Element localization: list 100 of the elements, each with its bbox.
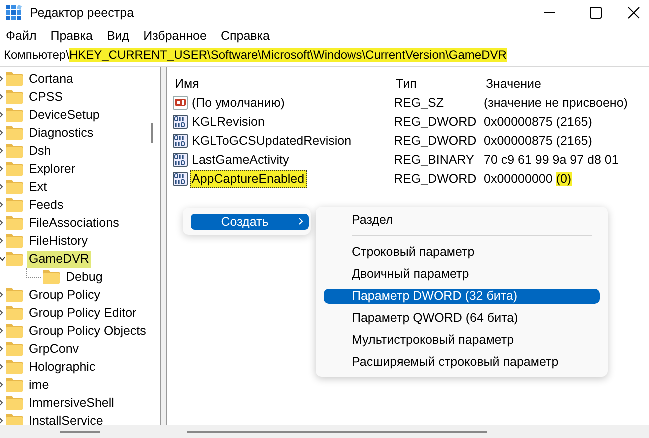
menu-item[interactable]: Справка — [220, 28, 270, 42]
binary-value-icon — [173, 172, 188, 186]
tree-item[interactable]: Cortana — [27, 70, 76, 88]
folder-icon — [6, 72, 23, 86]
chevron-right-icon[interactable] — [0, 292, 3, 298]
tree-item[interactable]: Holographic — [27, 358, 98, 376]
value-name[interactable]: AppCaptureEnabled — [190, 170, 307, 188]
folder-icon — [6, 198, 23, 212]
chevron-right-icon[interactable] — [0, 346, 3, 352]
chevron-right-icon[interactable] — [0, 310, 3, 316]
chevron-right-icon[interactable] — [0, 382, 3, 388]
menu-item[interactable]: Расширяемый строковый параметр — [324, 354, 600, 370]
chevron-right-icon[interactable] — [0, 328, 3, 334]
column-header[interactable]: Тип — [394, 75, 484, 93]
chevron-right-icon[interactable] — [0, 166, 3, 172]
tree-item[interactable]: Debug — [64, 268, 105, 286]
folder-icon — [6, 108, 23, 122]
column-header[interactable]: Имя — [173, 75, 394, 93]
value-data: 0x00000000 (0) — [484, 172, 573, 186]
binary-value-icon — [173, 114, 188, 128]
folder-icon — [6, 378, 23, 392]
folder-icon — [6, 90, 23, 104]
tree-item[interactable]: FileHistory — [27, 232, 90, 250]
window-title: Редактор реестра — [30, 6, 134, 20]
menu-item[interactable]: Мультистроковый параметр — [324, 332, 600, 348]
chevron-right-icon[interactable] — [0, 220, 3, 226]
tree-item[interactable]: InstallService — [27, 412, 106, 425]
tree-item[interactable]: Explorer — [27, 160, 78, 178]
chevron-right-icon — [299, 218, 303, 225]
folder-icon — [6, 234, 23, 248]
folder-icon — [6, 126, 23, 140]
chevron-right-icon[interactable] — [0, 148, 3, 154]
chevron-right-icon[interactable] — [0, 202, 3, 208]
chevron-down-icon[interactable] — [0, 257, 5, 261]
folder-icon — [6, 216, 23, 230]
folder-icon — [6, 180, 23, 194]
tree-item[interactable]: GrpConv — [27, 340, 82, 358]
folder-icon — [6, 162, 23, 176]
value-type: REG_SZ — [394, 96, 446, 110]
folder-icon — [43, 270, 60, 284]
chevron-right-icon[interactable] — [0, 112, 3, 118]
tree-item[interactable]: Group Policy — [27, 286, 103, 304]
binary-value-icon — [173, 152, 188, 166]
value-type: REG_DWORD — [394, 172, 478, 186]
folder-icon — [6, 414, 23, 425]
tree-item[interactable]: Ext — [27, 178, 50, 196]
folder-icon — [6, 288, 23, 302]
column-header[interactable]: Значение — [484, 75, 649, 93]
folder-icon — [6, 324, 23, 338]
tree-item[interactable]: Group Policy Editor — [27, 304, 139, 322]
menu-item[interactable]: Двоичный параметр — [324, 266, 600, 282]
chevron-right-icon[interactable] — [0, 418, 3, 424]
value-name[interactable]: KGLToGCSUpdatedRevision — [190, 132, 354, 150]
chevron-right-icon[interactable] — [0, 76, 3, 82]
menu-item[interactable]: Файл — [6, 28, 37, 42]
text-value-icon — [173, 96, 188, 110]
chevron-right-icon[interactable] — [0, 238, 3, 244]
binary-value-icon — [173, 134, 188, 148]
value-type: REG_DWORD — [394, 114, 478, 128]
menu-item[interactable]: Создать — [191, 214, 309, 230]
value-name[interactable]: (По умолчанию) — [190, 94, 287, 112]
tree-item[interactable]: Group Policy Objects — [27, 322, 148, 340]
menu-item[interactable]: Строковый параметр — [324, 244, 600, 260]
folder-icon — [6, 144, 23, 158]
tree-item[interactable]: CPSS — [27, 88, 66, 106]
value-name[interactable]: KGLRevision — [190, 112, 267, 130]
folder-icon — [6, 396, 23, 410]
chevron-right-icon[interactable] — [0, 364, 3, 370]
address-field[interactable]: Компьютер\HKEY_CURRENT_USER\Software\Microsoft\Windows\CurrentVersion\GameDVR — [0, 45, 649, 66]
chevron-right-icon[interactable] — [0, 184, 3, 190]
menu-item[interactable]: Избранное — [144, 28, 207, 42]
registry-icon — [6, 5, 22, 21]
menu-item[interactable]: Параметр DWORD (32 бита) — [324, 288, 600, 304]
tree-item[interactable]: FileAssociations — [27, 214, 122, 232]
tree-item[interactable]: Dsh — [27, 142, 54, 160]
menu-item[interactable]: Параметр QWORD (64 бита) — [324, 310, 600, 326]
folder-icon — [6, 342, 23, 356]
value-data: 0x00000875 (2165) — [484, 134, 594, 148]
tree-item[interactable]: GameDVR — [27, 250, 92, 268]
scrollbar-thumb[interactable] — [151, 123, 153, 143]
value-name[interactable]: LastGameActivity — [190, 150, 292, 168]
value-data: (значение не присвоено) — [484, 96, 629, 110]
folder-icon — [6, 306, 23, 320]
maximize-icon[interactable] — [590, 7, 602, 19]
scrollbar-thumb[interactable] — [60, 430, 100, 432]
menu-item[interactable]: Вид — [106, 28, 130, 42]
chevron-right-icon[interactable] — [0, 400, 3, 406]
chevron-right-icon[interactable] — [0, 130, 3, 136]
tree-item[interactable]: DeviceSetup — [27, 106, 102, 124]
close-icon[interactable] — [628, 7, 640, 19]
value-data: 0x00000875 (2165) — [484, 114, 594, 128]
tree-item[interactable]: ime — [27, 376, 52, 394]
menu-item[interactable]: Правка — [50, 28, 93, 42]
scrollbar-thumb[interactable] — [187, 430, 487, 432]
tree-item[interactable]: Feeds — [27, 196, 66, 214]
tree-item[interactable]: ImmersiveShell — [27, 394, 116, 412]
value-type: REG_BINARY — [394, 152, 476, 166]
menu-item[interactable]: Раздел — [324, 212, 600, 228]
tree-item[interactable]: Diagnostics — [27, 124, 96, 142]
chevron-right-icon[interactable] — [0, 94, 3, 100]
